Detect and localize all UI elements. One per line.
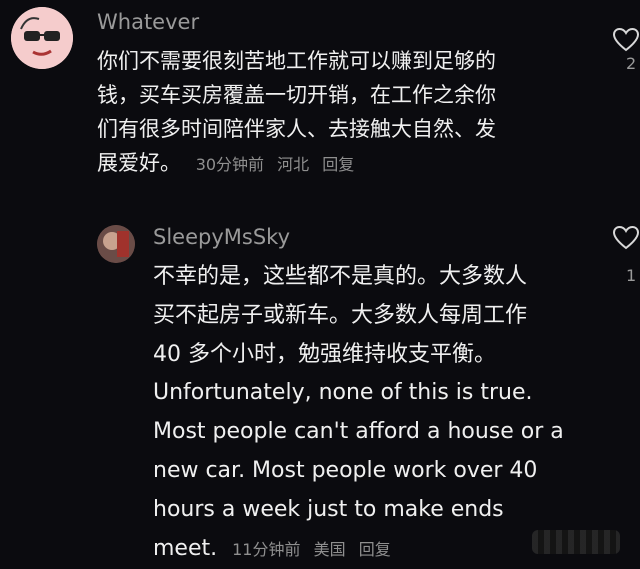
- comment-line: new car. Most people work over 40: [153, 457, 538, 483]
- comment-line-last: 展爱好。 30分钟前 河北 回复: [97, 146, 577, 182]
- comment-line: 你们不需要很刻苦地工作就可以赚到足够的: [97, 49, 496, 73]
- comment-line: 不幸的是，这些都不是真的。大多数人: [153, 264, 528, 289]
- reply-button[interactable]: 回复: [322, 155, 354, 174]
- comment-line-last: meet. 11分钟前 美国 回复: [153, 530, 593, 569]
- comment-line: hours a week just to make ends: [153, 496, 504, 522]
- comment-line: Most people can't afford a house or a: [153, 419, 564, 445]
- comment-line: 展爱好。: [97, 151, 181, 175]
- location: 河北: [277, 155, 310, 174]
- comment-meta: 11分钟前 美国 回复: [232, 540, 399, 559]
- like-count: 2: [626, 54, 637, 73]
- avatar[interactable]: [97, 225, 135, 263]
- timestamp: 30分钟前: [195, 155, 265, 174]
- photo-avatar-icon: [97, 225, 135, 263]
- comment-text: 不幸的是，这些都不是真的。大多数人 买不起房子或新车。大多数人每周工作 40 多…: [153, 258, 593, 569]
- comment-whatever: Whatever 你们不需要很刻苦地工作就可以赚到足够的 钱，买车买房覆盖一切开…: [0, 0, 640, 210]
- comment-line: 们有很多时间陪伴家人、去接触大自然、发: [97, 117, 496, 141]
- cartoon-face-icon: [11, 7, 73, 69]
- like-count: 1: [626, 266, 637, 285]
- avatar[interactable]: [11, 7, 73, 69]
- location: 美国: [313, 539, 346, 559]
- comment-line: 买不起房子或新车。大多数人每周工作: [153, 302, 528, 328]
- heart-icon[interactable]: [612, 26, 640, 54]
- timestamp: 11分钟前: [232, 539, 301, 559]
- watermark: [532, 530, 620, 554]
- comment-sleepymssky: SleepyMsSky 不幸的是，这些都不是真的。大多数人 买不起房子或新车。大…: [0, 210, 640, 563]
- comment-meta: 30分钟前 河北 回复: [196, 155, 363, 174]
- comment-line: 钱，买车买房覆盖一切开销，在工作之余你: [97, 83, 496, 107]
- username[interactable]: Whatever: [97, 10, 199, 34]
- username[interactable]: SleepyMsSky: [153, 225, 290, 249]
- comment-text: 你们不需要很刻苦地工作就可以赚到足够的 钱，买车买房覆盖一切开销，在工作之余你 …: [97, 44, 577, 182]
- reply-button[interactable]: 回复: [359, 540, 391, 559]
- comment-line: 40 多个小时，勉强维持收支平衡。: [153, 341, 496, 367]
- comment-line: meet.: [153, 535, 218, 561]
- heart-icon[interactable]: [612, 224, 640, 252]
- comment-line: Unfortunately, none of this is true.: [153, 380, 533, 406]
